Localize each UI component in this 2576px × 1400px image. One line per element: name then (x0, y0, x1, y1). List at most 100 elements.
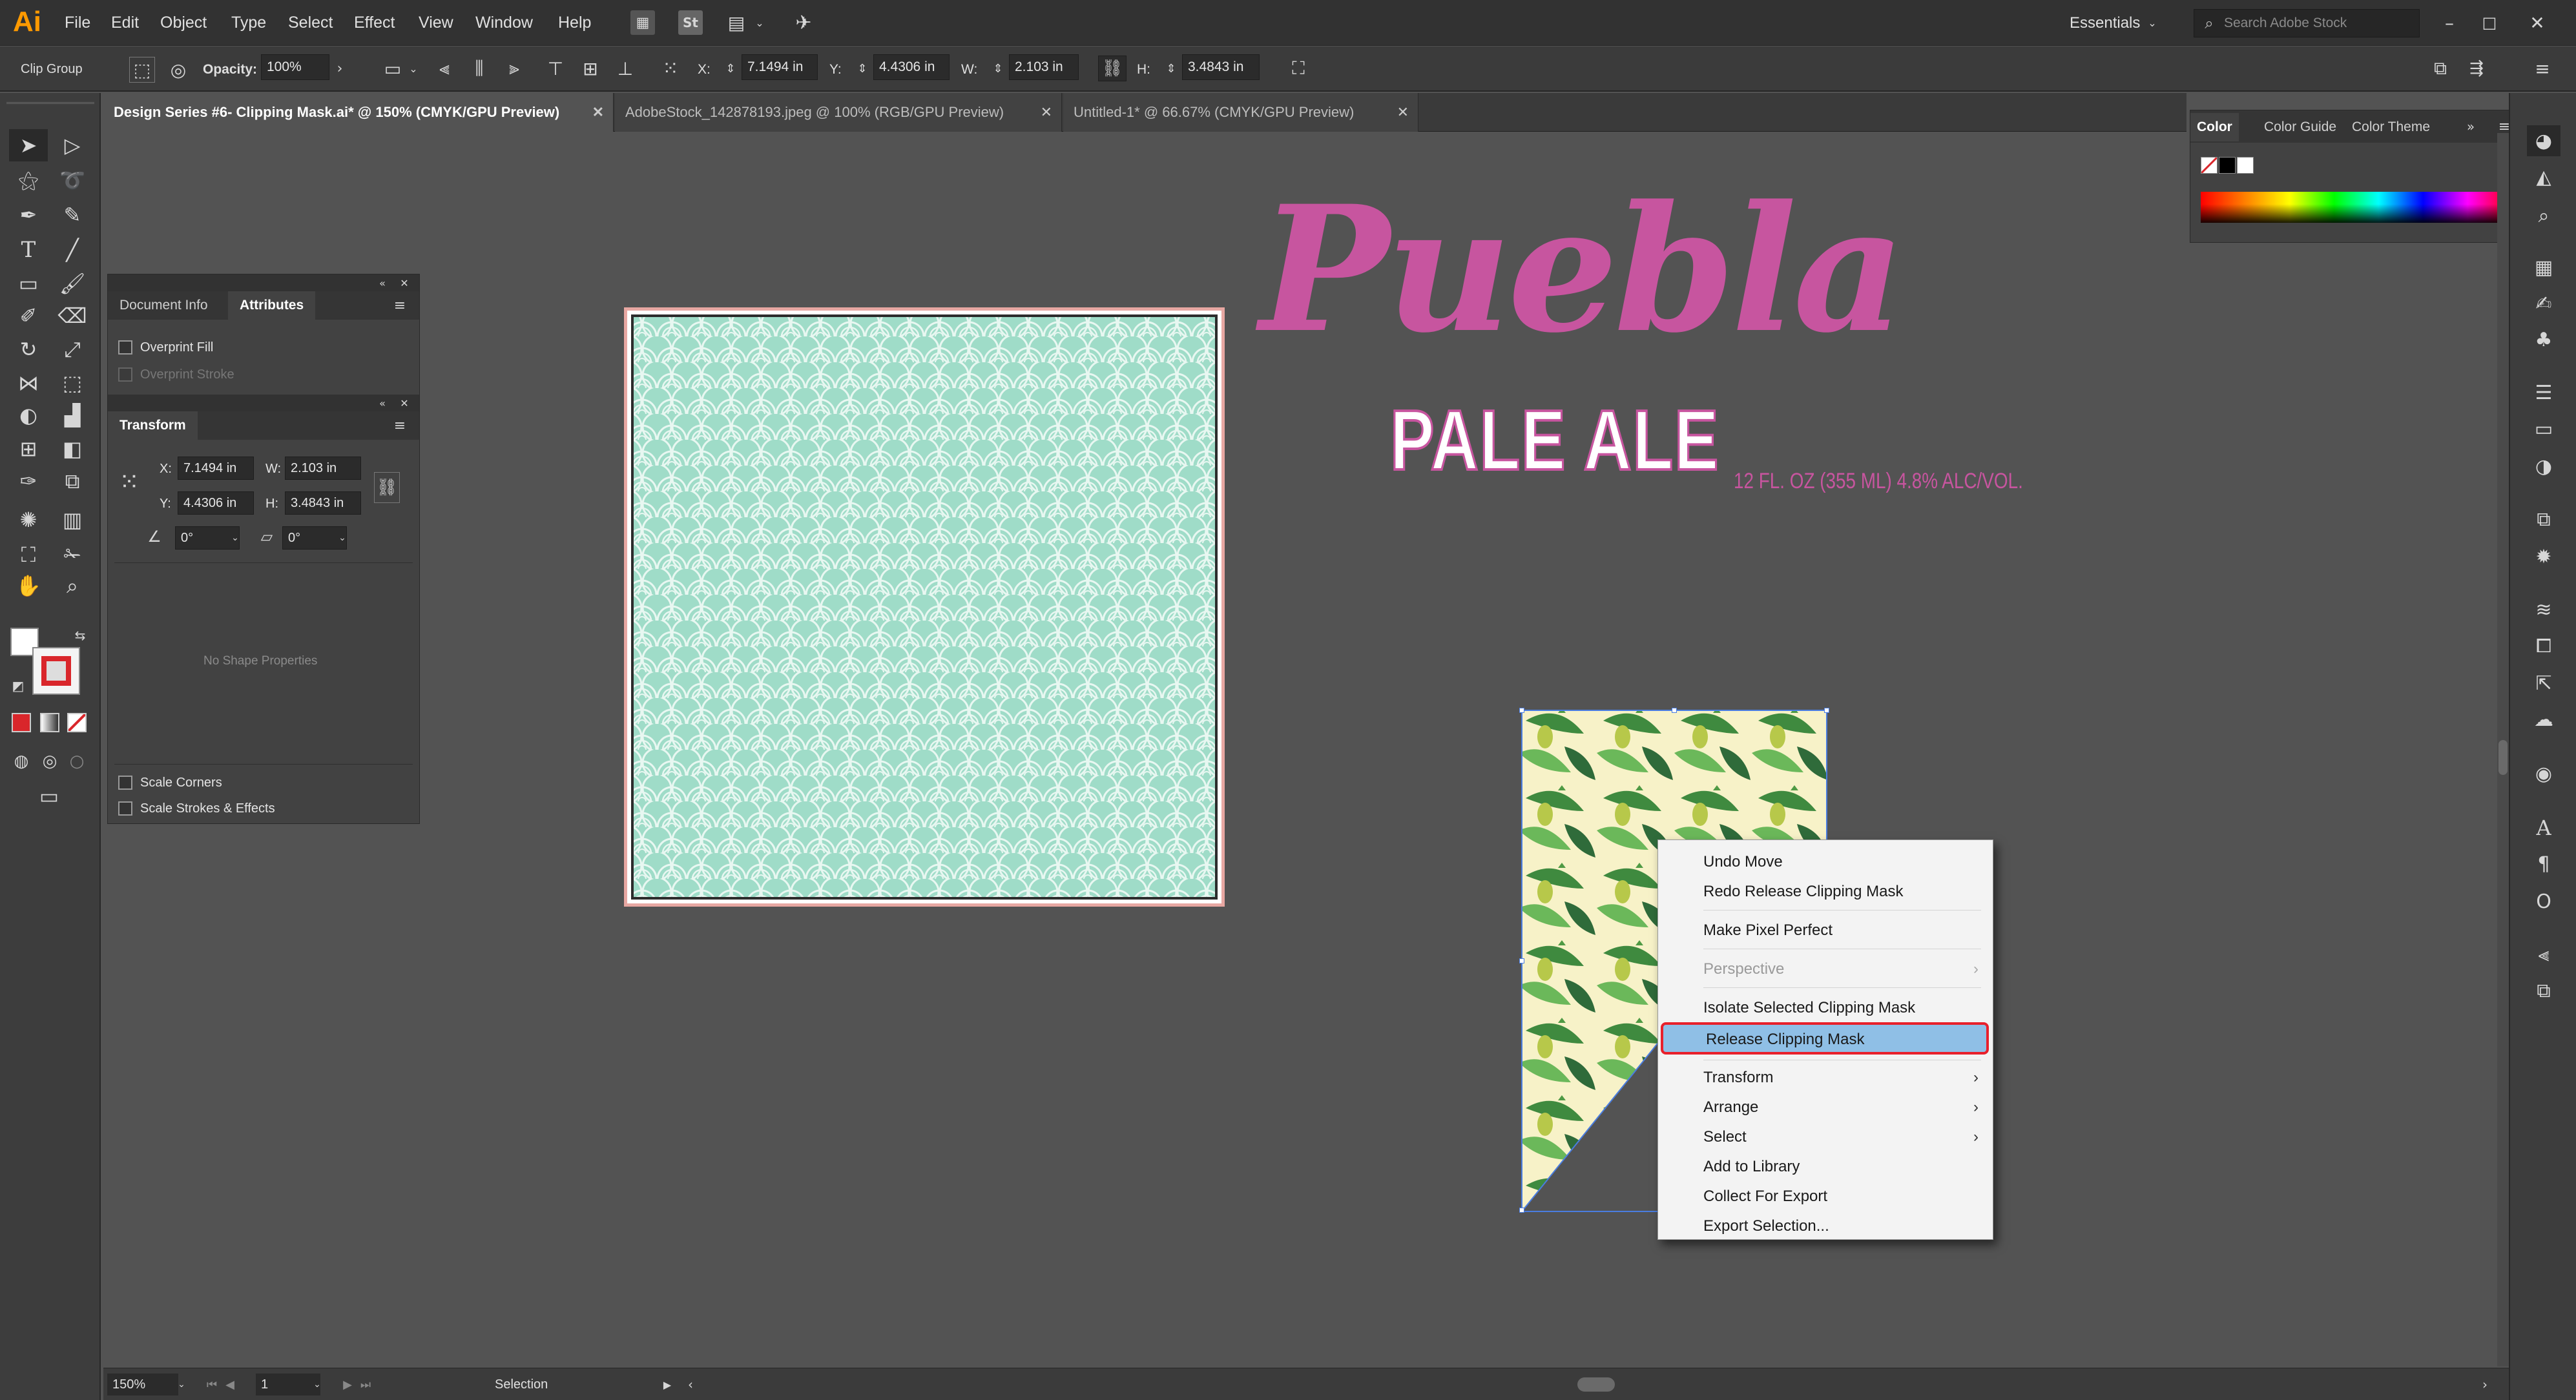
tab-attributes[interactable]: Attributes (228, 291, 316, 320)
lasso-tool-icon[interactable]: ➰ (53, 164, 92, 196)
menu-type[interactable]: Type (231, 0, 266, 46)
stroke-icon[interactable]: ☰ (2527, 377, 2560, 408)
close-tab-icon[interactable]: ✕ (1397, 93, 1409, 132)
selection-handle[interactable] (1672, 708, 1677, 713)
transform-panel-icon[interactable]: ⧉ (2527, 504, 2560, 535)
align-horizontal-center-icon[interactable]: ⫼ (466, 56, 492, 81)
column-graph-tool-icon[interactable]: ▥ (53, 504, 92, 536)
stroke-swatch[interactable] (32, 647, 80, 695)
character-icon[interactable]: A (2527, 812, 2560, 843)
menu-item-collect-for-export[interactable]: Collect For Export (1658, 1182, 1993, 1211)
isolate-icon[interactable]: ⧉ (2427, 56, 2453, 81)
collapse-icon[interactable]: « (374, 395, 391, 411)
chevron-down-icon[interactable]: ⌄ (335, 529, 349, 547)
menu-item-isolate-selected-clipping-mask[interactable]: Isolate Selected Clipping Mask (1658, 994, 1993, 1022)
transform-y-field[interactable]: 4.4306 in (178, 491, 254, 515)
stepper-icon[interactable]: ⇕ (1163, 56, 1179, 81)
status-menu-icon[interactable]: ▶ (660, 1375, 674, 1394)
menu-icon[interactable]: ≡ (2529, 56, 2555, 81)
width-tool-icon[interactable]: ⋈ (9, 367, 48, 399)
y-field[interactable]: 4.4306 in (873, 54, 950, 80)
expand-icon[interactable]: » (2462, 117, 2480, 136)
selection-tool-icon[interactable]: ➤ (9, 129, 48, 161)
curvature-tool-icon[interactable]: ✎ (53, 199, 92, 231)
none-mode-icon[interactable] (67, 713, 87, 732)
panel-menu-icon[interactable]: ≡ (390, 296, 410, 314)
align-vertical-center-icon[interactable]: ⊞ (577, 56, 603, 81)
selection-handle[interactable] (1519, 1208, 1524, 1213)
blend-tool-icon[interactable]: ⧉ (53, 465, 92, 497)
selection-handle[interactable] (1824, 708, 1829, 713)
panel-header[interactable]: « ✕ (108, 395, 419, 411)
none-swatch[interactable] (2201, 157, 2218, 174)
color-spectrum[interactable] (2201, 192, 2512, 223)
menu-item-make-pixel-perfect[interactable]: Make Pixel Perfect (1658, 916, 1993, 945)
type-tool-icon[interactable]: T (9, 234, 48, 266)
menu-item-add-to-library[interactable]: Add to Library (1658, 1153, 1993, 1181)
h-field[interactable]: 3.4843 in (1182, 54, 1260, 80)
stepper-icon[interactable]: ⇕ (990, 56, 1006, 81)
search-input[interactable]: Search Adobe Stock (2224, 10, 2347, 37)
paragraph-icon[interactable]: ¶ (2527, 849, 2560, 880)
close-icon[interactable]: ✕ (396, 395, 413, 411)
eyedropper-tool-icon[interactable]: ✑ (9, 465, 48, 497)
recolor-artwork-icon[interactable]: ▭ (379, 56, 407, 81)
panel-header[interactable]: « ✕ (108, 274, 419, 291)
perspective-grid-tool-icon[interactable]: ▟ (53, 399, 92, 431)
menu-item-arrange[interactable]: Arrange › (1658, 1093, 1993, 1122)
rotate-tool-icon[interactable]: ↻ (9, 333, 48, 365)
scroll-right-icon[interactable]: › (2478, 1375, 2492, 1394)
first-artboard-icon[interactable]: ⏮ (204, 1375, 220, 1394)
transform-icon[interactable]: ⛶ (1284, 56, 1313, 81)
menu-help[interactable]: Help (558, 0, 591, 46)
transform-w-field[interactable]: 2.103 in (285, 457, 361, 480)
tab-adobestock[interactable]: AdobeStock_142878193.jpeg @ 100% (RGB/GP… (615, 93, 1062, 132)
close-icon[interactable]: ✕ (2523, 9, 2551, 36)
screen-mode-icon[interactable]: ▭ (30, 780, 68, 812)
line-tool-icon[interactable]: ╱ (53, 234, 92, 266)
selection-handle[interactable] (1519, 958, 1524, 963)
constrain-proportions-icon[interactable]: ⛓ (1098, 56, 1127, 81)
workspace-switcher[interactable]: Essentials (2070, 0, 2140, 46)
zoom-tool-icon[interactable]: ⌕ (53, 570, 92, 602)
edit-contents-icon[interactable]: ◎ (165, 57, 191, 83)
transparency-icon[interactable]: ◑ (2527, 451, 2560, 482)
color-mode-icon[interactable] (12, 713, 31, 732)
slice-tool-icon[interactable]: ✁ (53, 539, 92, 571)
transform-x-field[interactable]: 7.1494 in (178, 457, 254, 480)
menu-edit[interactable]: Edit (111, 0, 139, 46)
edit-clipping-path-icon[interactable]: ⬚ (129, 57, 155, 83)
menu-effect[interactable]: Effect (354, 0, 395, 46)
menu-file[interactable]: File (65, 0, 90, 46)
previous-artboard-icon[interactable]: ◀ (222, 1375, 238, 1394)
stock-search-field[interactable]: ⌕ Search Adobe Stock (2194, 9, 2420, 37)
shaper-tool-icon[interactable]: ✐ (9, 300, 48, 332)
opacity-field[interactable]: 100% (261, 54, 329, 80)
draw-inside-icon[interactable]: ○ (65, 749, 89, 774)
chevron-down-icon[interactable]: ⌄ (406, 58, 421, 79)
draw-behind-icon[interactable]: ◎ (37, 749, 62, 774)
magic-wand-tool-icon[interactable]: ⚝ (9, 164, 48, 196)
selection-handle[interactable] (1519, 708, 1524, 713)
pattern-artwork[interactable] (624, 307, 1225, 907)
minimize-icon[interactable]: – (2435, 9, 2464, 36)
graphic-styles-icon[interactable]: ◉ (2527, 758, 2560, 789)
scale-corners-checkbox[interactable] (118, 776, 132, 790)
vertical-scrollbar[interactable] (2497, 133, 2509, 1366)
pen-tool-icon[interactable]: ✒ (9, 199, 48, 231)
menu-item-perspective[interactable]: Perspective › (1658, 955, 1993, 983)
rectangle-tool-icon[interactable]: ▭ (9, 267, 48, 300)
current-tool-status[interactable]: Selection (495, 1374, 548, 1395)
zoom-field[interactable]: 150% (107, 1374, 178, 1395)
next-artboard-icon[interactable]: ▶ (340, 1375, 355, 1394)
cc-libraries-icon[interactable]: ☁ (2527, 704, 2560, 735)
tab-transform[interactable]: Transform (108, 411, 198, 440)
menu-object[interactable]: Object (160, 0, 207, 46)
tab-document-info[interactable]: Document Info (108, 291, 220, 320)
gradient-icon[interactable]: ▭ (2527, 413, 2560, 444)
panel-menu-icon[interactable]: ≡ (390, 417, 410, 435)
shape-builder-tool-icon[interactable]: ◐ (9, 399, 48, 431)
bridge-icon[interactable]: ▦ (630, 10, 655, 35)
transform-h-field[interactable]: 3.4843 in (285, 491, 361, 515)
tab-color-guide[interactable]: Color Guide (2258, 113, 2343, 141)
